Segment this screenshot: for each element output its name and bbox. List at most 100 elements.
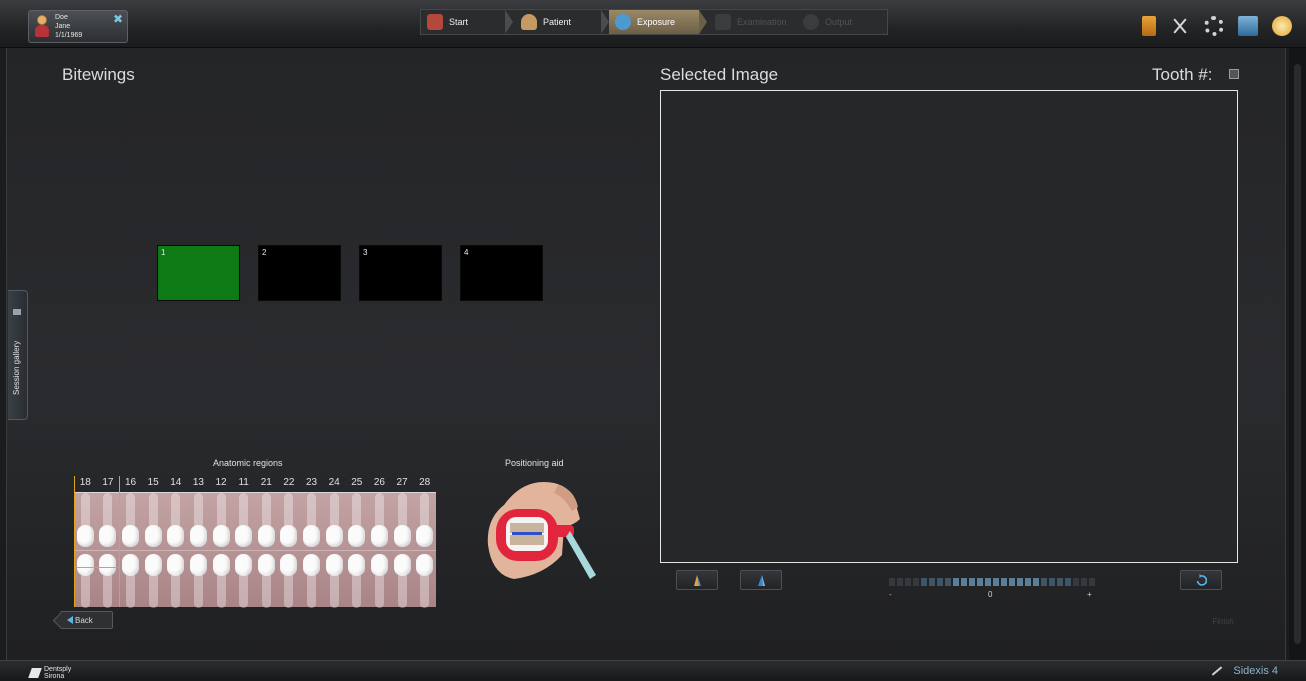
selected-image-title: Selected Image bbox=[660, 65, 779, 84]
reset-rotate-icon bbox=[1196, 574, 1207, 586]
contrast-segment bbox=[945, 578, 951, 586]
lower-tooth-11[interactable] bbox=[235, 550, 253, 608]
back-button[interactable]: Back bbox=[60, 611, 113, 629]
contrast-segment bbox=[1017, 578, 1023, 586]
upper-tooth-15[interactable] bbox=[144, 493, 162, 551]
session-gallery-label: Session gallery bbox=[12, 340, 21, 395]
workflow-step-exposure[interactable]: Exposure bbox=[609, 10, 699, 34]
tooth-scan-right-icon bbox=[758, 575, 765, 586]
contrast-segment bbox=[1081, 578, 1087, 586]
product-name: Sidexis 4 bbox=[1233, 665, 1278, 677]
tooth-number-checkbox[interactable] bbox=[1229, 69, 1239, 79]
contrast-segment bbox=[889, 578, 895, 586]
brand-logo: Dentsply Sirona bbox=[28, 666, 71, 680]
finish-button[interactable]: Finish bbox=[1198, 612, 1248, 630]
upper-tooth-13[interactable] bbox=[189, 493, 207, 551]
contrast-segment bbox=[921, 578, 927, 586]
contrast-segment bbox=[1009, 578, 1015, 586]
bitewing-slot-3[interactable]: 3 bbox=[359, 245, 442, 301]
contrast-segment bbox=[1065, 578, 1071, 586]
anatomic-regions-title: Anatomic regions bbox=[213, 458, 283, 468]
workflow-step-start[interactable]: Start bbox=[421, 10, 505, 34]
lower-tooth-15[interactable] bbox=[144, 550, 162, 608]
upper-tooth-21[interactable] bbox=[257, 493, 275, 551]
acquire-left-button[interactable] bbox=[676, 570, 718, 590]
upper-tooth-14[interactable] bbox=[167, 493, 185, 551]
contrast-min-label: - bbox=[889, 590, 892, 599]
contrast-segment bbox=[969, 578, 975, 586]
upper-tooth-25[interactable] bbox=[348, 493, 366, 551]
contrast-center-label: 0 bbox=[988, 590, 993, 599]
upper-tooth-22[interactable] bbox=[280, 493, 298, 551]
house-icon bbox=[427, 14, 443, 30]
reset-button[interactable] bbox=[1180, 570, 1222, 590]
lower-tooth-28[interactable] bbox=[416, 550, 434, 608]
contrast-segment bbox=[1089, 578, 1095, 586]
upper-tooth-27[interactable] bbox=[393, 493, 411, 551]
contrast-segment bbox=[929, 578, 935, 586]
exposure-icon bbox=[615, 14, 631, 30]
workflow-step-examination[interactable]: Examination bbox=[709, 10, 799, 34]
acquire-right-button[interactable] bbox=[740, 570, 782, 590]
lower-tooth-26[interactable] bbox=[370, 550, 388, 608]
contrast-segment bbox=[1033, 578, 1039, 586]
vertical-scrollbar[interactable] bbox=[1289, 48, 1306, 660]
gallery-icon bbox=[13, 309, 21, 315]
lower-tooth-25[interactable] bbox=[348, 550, 366, 608]
patient-first-name: Jane bbox=[55, 23, 71, 30]
contrast-slider[interactable] bbox=[889, 578, 1095, 586]
bitewing-slot-4[interactable]: 4 bbox=[460, 245, 543, 301]
positioning-aid-image bbox=[487, 481, 596, 579]
upper-tooth-24[interactable] bbox=[325, 493, 343, 551]
patient-card[interactable]: Doe Jane 1/1/1969 ✖ bbox=[28, 10, 128, 43]
session-gallery-tab[interactable]: Session gallery bbox=[8, 290, 28, 420]
contrast-segment bbox=[897, 578, 903, 586]
exit-door-icon[interactable] bbox=[1142, 16, 1156, 36]
positioning-aid-title: Positioning aid bbox=[505, 458, 564, 468]
lower-tooth-13[interactable] bbox=[189, 550, 207, 608]
selected-image-viewer[interactable] bbox=[660, 90, 1238, 563]
workflow-step-output[interactable]: Output bbox=[797, 10, 887, 34]
lower-tooth-14[interactable] bbox=[167, 550, 185, 608]
lower-tooth-12[interactable] bbox=[212, 550, 230, 608]
product-name-area: Sidexis 4 bbox=[1211, 665, 1278, 677]
upper-tooth-28[interactable] bbox=[416, 493, 434, 551]
lower-tooth-23[interactable] bbox=[303, 550, 321, 608]
bitewing-slot-1[interactable]: 1 bbox=[157, 245, 240, 301]
lower-tooth-16[interactable] bbox=[122, 550, 140, 608]
notes-icon[interactable] bbox=[1238, 16, 1258, 36]
output-icon bbox=[803, 14, 819, 30]
step-separator bbox=[505, 10, 513, 34]
bitewings-title: Bitewings bbox=[62, 65, 135, 84]
bitewing-slot-2[interactable]: 2 bbox=[258, 245, 341, 301]
back-arrow-icon bbox=[67, 616, 73, 624]
close-patient-icon[interactable]: ✖ bbox=[113, 13, 123, 25]
workflow-steps: Start Patient Exposure Examination Outpu… bbox=[420, 9, 888, 35]
settings-gear-icon[interactable] bbox=[1204, 16, 1224, 36]
contrast-segment bbox=[1001, 578, 1007, 586]
contrast-segment bbox=[1073, 578, 1079, 586]
contrast-segment bbox=[1041, 578, 1047, 586]
contrast-segment bbox=[953, 578, 959, 586]
contrast-max-label: + bbox=[1087, 590, 1092, 599]
contrast-segment bbox=[961, 578, 967, 586]
lower-tooth-22[interactable] bbox=[280, 550, 298, 608]
lower-tooth-21[interactable] bbox=[257, 550, 275, 608]
upper-tooth-12[interactable] bbox=[212, 493, 230, 551]
tools-icon[interactable] bbox=[1170, 16, 1190, 36]
lower-tooth-24[interactable] bbox=[325, 550, 343, 608]
upper-tooth-26[interactable] bbox=[370, 493, 388, 551]
workflow-step-patient[interactable]: Patient bbox=[515, 10, 601, 34]
patient-dob: 1/1/1969 bbox=[55, 32, 83, 39]
upper-tooth-11[interactable] bbox=[235, 493, 253, 551]
help-icon[interactable] bbox=[1272, 16, 1292, 36]
step-separator bbox=[699, 10, 707, 34]
contrast-segment bbox=[1025, 578, 1031, 586]
edit-slash-icon bbox=[1212, 666, 1223, 676]
patient-last-name: Doe bbox=[55, 14, 68, 21]
lower-tooth-27[interactable] bbox=[393, 550, 411, 608]
upper-tooth-23[interactable] bbox=[303, 493, 321, 551]
upper-tooth-16[interactable] bbox=[122, 493, 140, 551]
brand-logo-icon bbox=[28, 668, 42, 678]
teeth-chart[interactable] bbox=[74, 492, 436, 608]
